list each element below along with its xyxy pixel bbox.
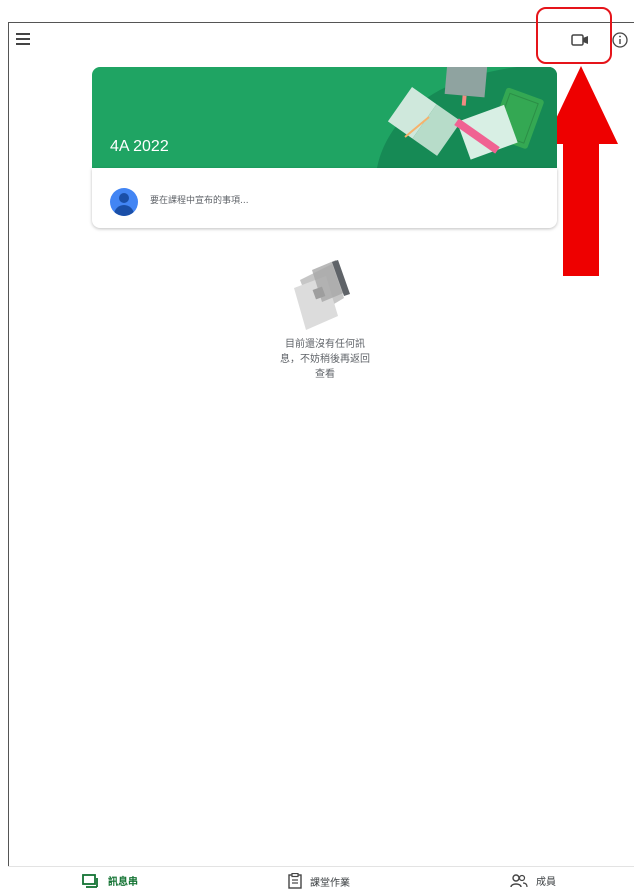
empty-state-message: 目前還沒有任何訊 息，不妨稍後再返回 查看 — [270, 337, 380, 382]
avatar — [110, 188, 138, 216]
stream-icon — [82, 873, 98, 888]
highlight-annotation — [536, 7, 612, 64]
empty-line-3: 查看 — [315, 369, 335, 380]
people-icon — [510, 873, 528, 887]
tab-people-label: 成員 — [536, 877, 556, 888]
tab-people[interactable]: 成員 — [510, 873, 556, 888]
bottom-navigation: 訊息串 課堂作業 成員 — [8, 866, 634, 894]
course-title[interactable]: 4A 2022 — [110, 138, 169, 156]
menu-icon[interactable] — [16, 30, 36, 50]
empty-line-1: 目前還沒有任何訊 — [285, 339, 365, 350]
tab-stream[interactable]: 訊息串 — [82, 873, 138, 888]
info-icon[interactable] — [610, 30, 630, 50]
banner-illustration — [377, 67, 557, 168]
course-banner[interactable]: 4A 2022 — [92, 67, 557, 168]
announce-composer[interactable]: 要在課程中宣布的事項... — [92, 168, 557, 228]
tab-classwork-label: 課堂作業 — [310, 877, 350, 889]
empty-line-2: 息，不妨稍後再返回 — [280, 354, 370, 365]
tab-classwork[interactable]: 課堂作業 — [288, 873, 350, 889]
empty-stream-illustration — [294, 260, 350, 330]
classwork-icon — [288, 873, 302, 889]
tab-stream-label: 訊息串 — [108, 877, 138, 888]
announce-placeholder[interactable]: 要在課程中宣布的事項... — [150, 193, 249, 206]
